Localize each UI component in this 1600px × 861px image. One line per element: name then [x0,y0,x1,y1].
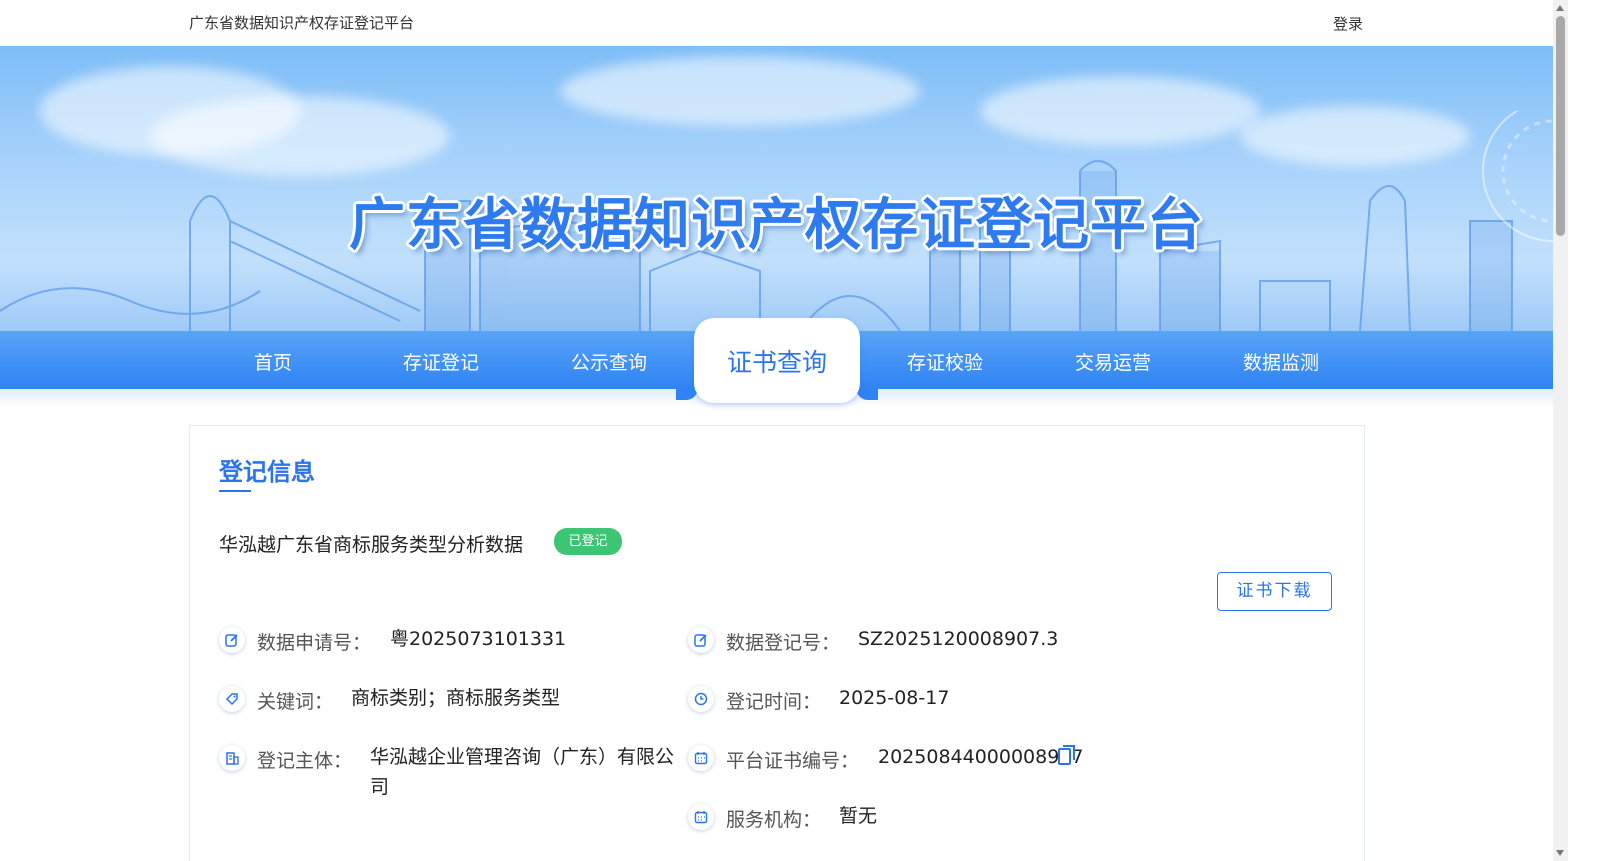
nav-item-register[interactable]: 存证登记 [376,348,506,375]
keywords-value: 商标类别；商标服务类型 [351,687,561,709]
page-scrollbar[interactable] [1553,0,1568,861]
tag-icon [219,686,245,712]
top-bar: 广东省数据知识产权存证登记平台 登录 [0,0,1553,46]
login-link[interactable]: 登录 [1333,13,1363,34]
service-org-value: 暂无 [839,805,878,827]
nav-item-public-query[interactable]: 公示查询 [544,348,674,375]
copy-icon[interactable] [1058,744,1076,770]
building-icon [219,745,245,771]
scroll-down-arrow-icon[interactable] [1556,850,1564,856]
subject-label: 登记主体： [257,750,353,772]
register-time-value: 2025-08-17 [839,687,950,709]
register-time-label: 登记时间： [726,691,822,713]
status-badge: 已登记 [554,528,622,555]
calendar-icon [688,745,714,771]
service-org-label: 服务机构： [726,809,822,831]
cert-no-label: 平台证书编号： [726,750,860,772]
calendar-icon [688,804,714,830]
nav-item-trade[interactable]: 交易运营 [1048,348,1178,375]
nav-item-home[interactable]: 首页 [208,348,338,375]
record-title: 华泓越广东省商标服务类型分析数据 [219,534,524,556]
hero-banner: 广东省数据知识产权存证登记平台 [0,46,1553,331]
register-no-label: 数据登记号： [726,632,841,654]
scroll-up-arrow-icon[interactable] [1556,5,1564,11]
site-name: 广东省数据知识产权存证登记平台 [189,14,415,32]
clock-icon [688,686,714,712]
subject-value: 华泓越企业管理咨询（广东）有限公司 [370,746,675,798]
edit-icon [219,627,245,653]
nav-item-monitor[interactable]: 数据监测 [1216,348,1346,375]
edit-icon [688,627,714,653]
apply-no-value: 粤2025073101331 [390,628,567,650]
nav-item-cert-query-active[interactable]: 证书查询 [694,318,860,403]
keywords-label: 关键词： [257,691,334,713]
section-title-underline [219,490,251,492]
register-no-value: SZ2025120008907.3 [858,628,1059,650]
scrollbar-thumb[interactable] [1556,16,1565,236]
nav-item-verify[interactable]: 存证校验 [880,348,1010,375]
banner-title: 广东省数据知识产权存证登记平台 [349,193,1204,258]
certificate-download-button[interactable]: 证书下载 [1217,572,1332,611]
cert-no-value: 20250844000008907 [878,746,1084,768]
section-title: 登记信息 [219,458,315,486]
apply-no-label: 数据申请号： [257,632,372,654]
